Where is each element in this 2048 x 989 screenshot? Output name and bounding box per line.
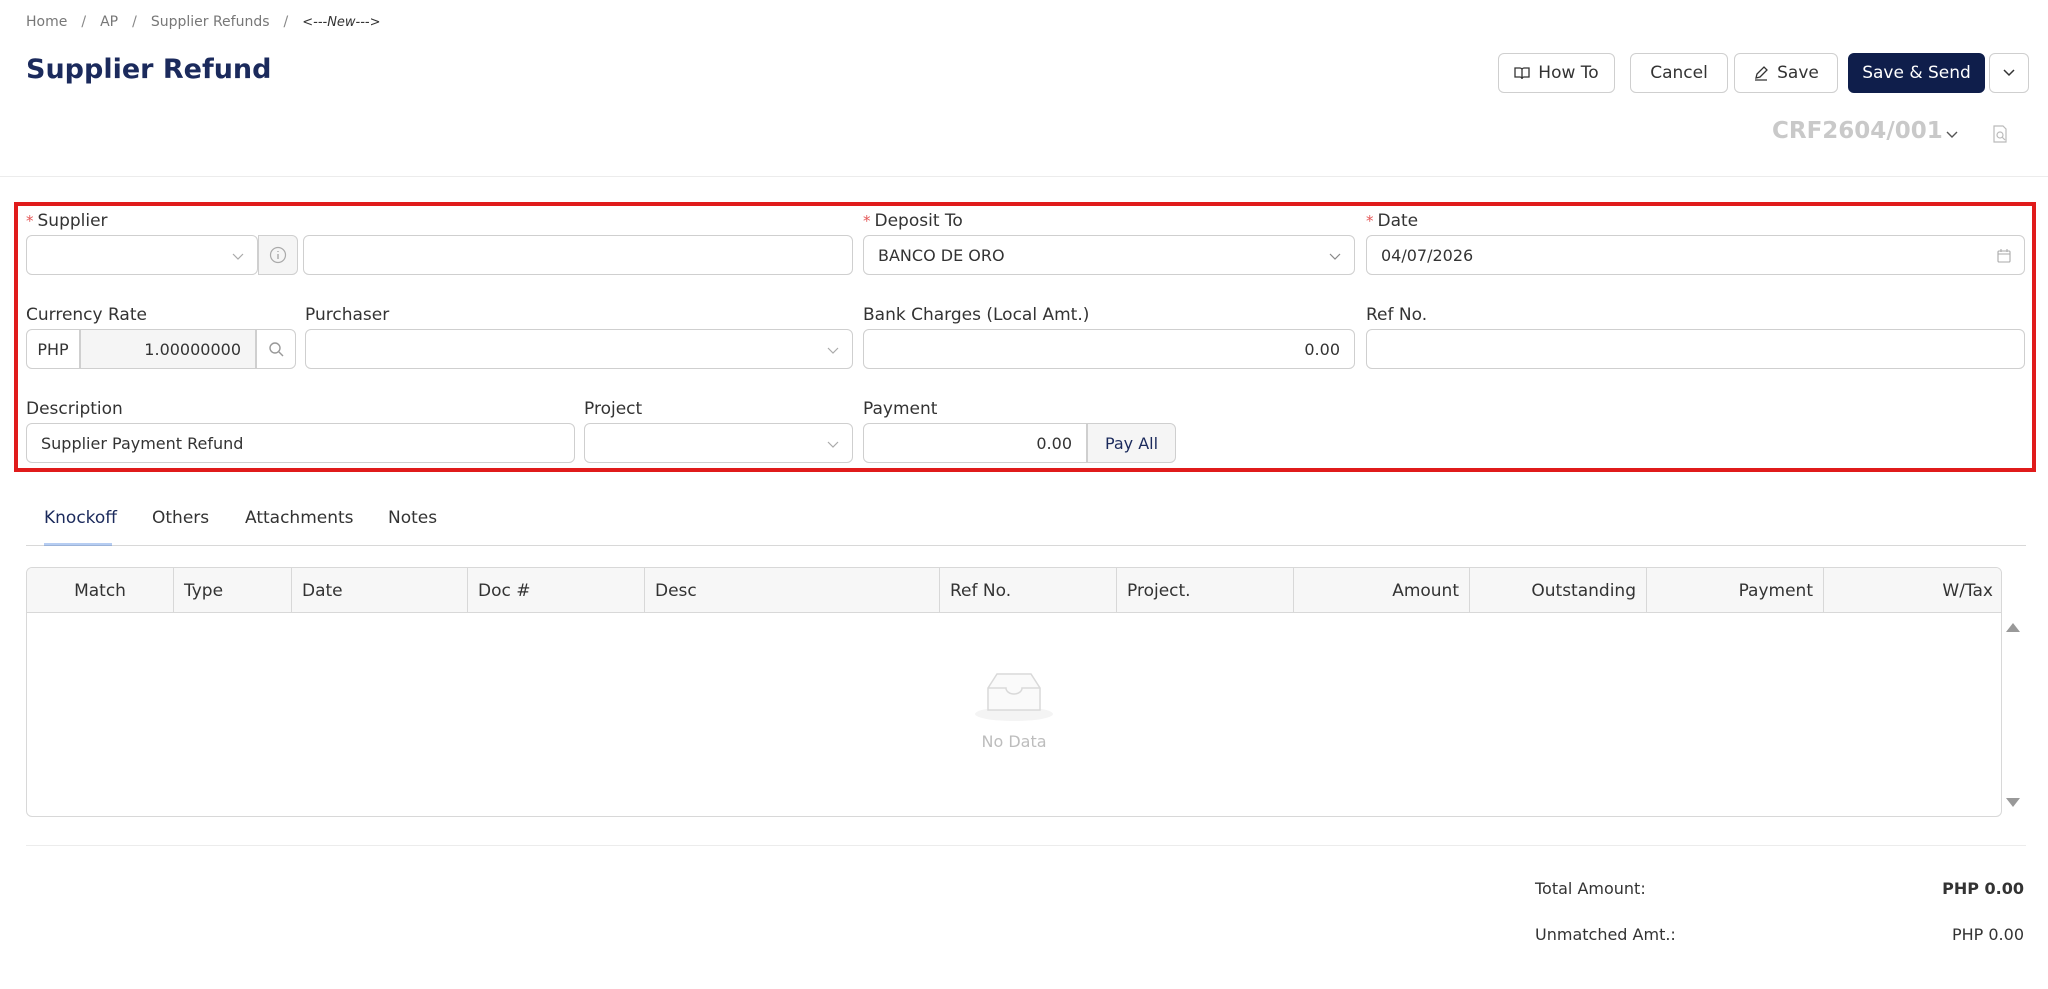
column-header-ref-no[interactable]: Ref No. <box>940 568 1117 613</box>
currency-rate-search-button[interactable] <box>256 329 296 369</box>
date-picker[interactable]: 04/07/2026 <box>1366 235 2025 275</box>
document-number: CRF2604/001 <box>1772 118 1943 144</box>
breadcrumb-supplier-refunds[interactable]: Supplier Refunds <box>151 14 270 30</box>
chevron-down-icon <box>827 347 839 354</box>
how-to-button[interactable]: How To <box>1498 53 1615 93</box>
bank-charges-label: Bank Charges (Local Amt.) <box>863 305 1090 325</box>
payment-label: Payment <box>863 399 938 419</box>
how-to-label: How To <box>1538 63 1599 83</box>
search-icon <box>269 342 284 357</box>
tab-attachments[interactable]: Attachments <box>245 508 354 528</box>
scroll-down-arrow[interactable] <box>2005 796 2021 810</box>
column-header-match[interactable]: Match <box>27 568 174 613</box>
chevron-down-icon <box>2003 69 2015 77</box>
scroll-up-arrow[interactable] <box>2005 620 2021 634</box>
description-label: Description <box>26 399 123 419</box>
doc-number-chevron-icon[interactable] <box>1944 126 1960 142</box>
project-label: Project <box>584 399 643 419</box>
book-icon <box>1514 67 1530 80</box>
info-icon <box>269 246 287 264</box>
description-input[interactable]: Supplier Payment Refund <box>26 423 575 463</box>
chevron-down-icon <box>232 253 244 260</box>
date-label: * Date <box>1366 211 1419 231</box>
pay-all-button[interactable]: Pay All <box>1087 423 1176 463</box>
pencil-icon <box>1755 66 1769 81</box>
total-amount-value: PHP 0.00 <box>1942 879 2024 898</box>
tab-others[interactable]: Others <box>152 508 209 528</box>
breadcrumb-separator: / <box>81 14 87 30</box>
column-header-payment[interactable]: Payment <box>1647 568 1824 613</box>
supplier-info-button[interactable] <box>258 235 298 275</box>
header-divider <box>0 176 2048 177</box>
page-title: Supplier Refund <box>26 54 272 85</box>
column-header-doc-no[interactable]: Doc # <box>468 568 645 613</box>
tab-bar: Knockoff Others Attachments Notes <box>26 500 2026 546</box>
table-header: Match Type Date Doc # Desc Ref No. Proje… <box>27 568 2001 613</box>
currency-rate-label: Currency Rate <box>26 305 147 325</box>
cancel-button[interactable]: Cancel <box>1630 53 1728 93</box>
project-select[interactable] <box>584 423 853 463</box>
purchaser-label: Purchaser <box>305 305 390 325</box>
knockoff-table: Match Type Date Doc # Desc Ref No. Proje… <box>26 567 2002 817</box>
payment-input[interactable]: 0.00 <box>863 423 1087 463</box>
column-header-date[interactable]: Date <box>292 568 468 613</box>
tab-knockoff[interactable]: Knockoff <box>44 508 117 528</box>
supplier-label: * Supplier <box>26 211 108 231</box>
breadcrumb-separator: / <box>283 14 289 30</box>
deposit-to-select[interactable]: BANCO DE ORO <box>863 235 1355 275</box>
bank-charges-input[interactable]: 0.00 <box>863 329 1355 369</box>
breadcrumb-ap[interactable]: AP <box>100 14 118 30</box>
column-header-amount[interactable]: Amount <box>1294 568 1470 613</box>
column-header-outstanding[interactable]: Outstanding <box>1470 568 1647 613</box>
column-header-desc[interactable]: Desc <box>645 568 940 613</box>
column-header-wtax[interactable]: W/Tax <box>1824 568 2001 613</box>
currency-rate-input[interactable]: 1.00000000 <box>80 329 256 369</box>
chevron-down-icon <box>827 441 839 448</box>
save-label: Save <box>1777 63 1819 83</box>
supplier-name-input[interactable] <box>303 235 853 275</box>
document-search-icon[interactable] <box>1990 124 2010 144</box>
unmatched-amount-value: PHP 0.00 <box>1951 925 2024 944</box>
active-tab-indicator <box>44 543 112 546</box>
deposit-to-label: * Deposit To <box>863 211 963 231</box>
supplier-code-select[interactable] <box>26 235 258 275</box>
chevron-down-icon <box>1329 253 1341 260</box>
unmatched-amount-label: Unmatched Amt.: <box>1535 925 1676 944</box>
calendar-icon <box>1997 249 2011 263</box>
empty-inbox-icon <box>975 673 1053 721</box>
ref-no-label: Ref No. <box>1366 305 1428 325</box>
more-actions-button[interactable] <box>1989 53 2029 93</box>
empty-state: No Data <box>27 668 2001 751</box>
total-amount-label: Total Amount: <box>1535 879 1646 898</box>
ref-no-input[interactable] <box>1366 329 2025 369</box>
column-header-project[interactable]: Project. <box>1117 568 1294 613</box>
save-and-send-button[interactable]: Save & Send <box>1848 53 1985 93</box>
tab-notes[interactable]: Notes <box>388 508 437 528</box>
currency-code: PHP <box>26 329 80 369</box>
summary-divider <box>26 845 2026 846</box>
breadcrumb-separator: / <box>132 14 137 30</box>
breadcrumb-current: <---New---> <box>302 14 381 30</box>
purchaser-select[interactable] <box>305 329 853 369</box>
save-button[interactable]: Save <box>1734 53 1838 93</box>
empty-state-text: No Data <box>981 732 1047 751</box>
breadcrumb: Home / AP / Supplier Refunds / <---New--… <box>26 12 381 32</box>
column-header-type[interactable]: Type <box>174 568 292 613</box>
breadcrumb-home[interactable]: Home <box>26 14 67 30</box>
